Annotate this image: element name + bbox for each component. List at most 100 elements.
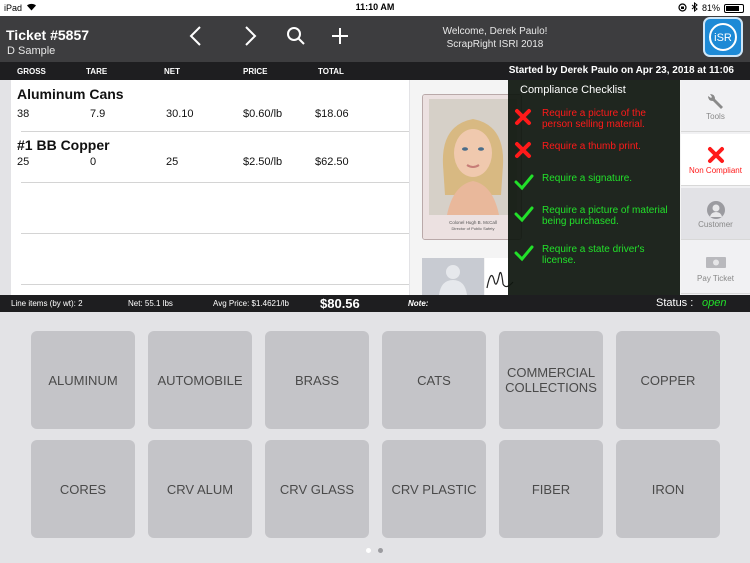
status-time: 11:10 AM (355, 2, 395, 12)
column-header-bar: GROSS TARE NET PRICE TOTAL Started by De… (0, 62, 750, 80)
back-arrow-icon (188, 25, 202, 52)
col-gross: GROSS (17, 67, 46, 76)
item-total: $18.06 (315, 108, 349, 120)
ticket-subtitle: D Sample (7, 45, 56, 57)
compliance-title: Compliance Checklist (520, 84, 626, 96)
col-total: TOTAL (318, 67, 344, 76)
category-iron[interactable]: IRON (616, 440, 720, 538)
drivers-license-photo[interactable]: Colonel Hugh B. McCall Director of Publi… (422, 94, 522, 240)
line-items-list: Aluminum Cans 38 7.9 30.10 $0.60/lb $18.… (11, 80, 409, 295)
row-divider (21, 131, 409, 132)
status-label: Status : (656, 297, 694, 309)
category-copper[interactable]: COPPER (616, 331, 720, 429)
category-crv-glass[interactable]: CRV GLASS (265, 440, 369, 538)
compliance-checklist-popover: Compliance Checklist Require a picture o… (508, 80, 680, 295)
license-caption-name: Colonel Hugh B. McCall (449, 220, 497, 225)
row-divider (21, 233, 409, 234)
check-icon (514, 173, 534, 193)
side-action-panel: Tools Non Compliant Customer Pay Ticket (681, 80, 750, 295)
app-header: Ticket #5857 D Sample Welcome, Derek Pau… (0, 16, 750, 62)
person-placeholder-icon (439, 265, 467, 295)
x-icon (514, 141, 534, 161)
item-tare: 7.9 (90, 108, 106, 120)
category-automobile[interactable]: AUTOMOBILE (148, 331, 252, 429)
item-price: $0.60/lb (243, 108, 283, 120)
customer-button[interactable]: Customer (681, 188, 750, 240)
item-gross: 38 (17, 108, 30, 120)
forward-arrow-icon (244, 25, 258, 52)
check-icon (514, 205, 534, 225)
compliance-text: Require a thumb print. (542, 141, 641, 152)
category-commercial-collections[interactable]: COMMERCIAL COLLECTIONS (499, 331, 603, 429)
category-aluminum[interactable]: ALUMINUM (31, 331, 135, 429)
item-net: 25 (166, 156, 179, 168)
compliance-text: Require a picture of the person selling … (542, 108, 646, 130)
add-button[interactable] (326, 24, 354, 52)
forward-button[interactable] (237, 24, 265, 52)
item-name: #1 BB Copper (17, 137, 110, 153)
category-grid: ALUMINUM AUTOMOBILE BRASS CATS COMMERCIA… (0, 312, 750, 563)
col-net: NET (164, 67, 180, 76)
line-items-count: Line items (by wt): 2 (11, 299, 83, 308)
page-indicator-dot-active[interactable] (366, 548, 371, 553)
col-price: PRICE (243, 67, 268, 76)
orientation-lock-icon (678, 2, 687, 14)
search-button[interactable] (282, 24, 310, 52)
line-item[interactable]: Aluminum Cans 38 7.9 30.10 $0.60/lb $18.… (11, 84, 409, 134)
isr-logo[interactable]: iSR (703, 17, 743, 57)
avg-price: Avg Price: $1.4621/lb (213, 299, 289, 308)
org-text: ScrapRight ISRI 2018 (446, 39, 544, 50)
tools-button[interactable]: Tools (681, 80, 750, 132)
customer-label: Customer (698, 220, 733, 229)
category-crv-plastic[interactable]: CRV PLASTIC (382, 440, 486, 538)
status-bar: iPad 11:10 AM 81% (0, 0, 750, 16)
page-indicator-dot[interactable] (378, 548, 383, 553)
ticket-summary-bar: Line items (by wt): 2 Net: 55.1 lbs Avg … (0, 295, 750, 312)
tools-label: Tools (706, 112, 725, 121)
x-icon (681, 146, 750, 168)
cash-icon (681, 254, 750, 276)
non-compliant-button[interactable]: Non Compliant (681, 134, 750, 186)
row-divider (21, 284, 409, 285)
category-cats[interactable]: CATS (382, 331, 486, 429)
welcome-text: Welcome, Derek Paulo! (442, 26, 548, 37)
pay-ticket-button[interactable]: Pay Ticket (681, 242, 750, 294)
welcome-block: Welcome, Derek Paulo! ScrapRight ISRI 20… (405, 25, 585, 51)
item-price: $2.50/lb (243, 156, 283, 168)
row-divider (21, 182, 409, 183)
item-total: $62.50 (315, 156, 349, 168)
compliance-text: Require a state driver's license. (542, 244, 645, 266)
bluetooth-icon (691, 1, 698, 14)
category-fiber[interactable]: FIBER (499, 440, 603, 538)
check-icon (514, 244, 534, 264)
category-cores[interactable]: CORES (31, 440, 135, 538)
note-label[interactable]: Note: (408, 299, 428, 308)
compliance-text: Require a picture of material being purc… (542, 205, 668, 227)
search-icon (286, 26, 306, 51)
item-net: 30.10 (166, 108, 194, 120)
item-gross: 25 (17, 156, 30, 168)
category-crv-alum[interactable]: CRV ALUM (148, 440, 252, 538)
compliance-text: Require a signature. (542, 173, 633, 184)
add-icon (330, 26, 350, 51)
x-icon (514, 108, 534, 128)
non-compliant-label: Non Compliant (689, 166, 742, 175)
person-icon (681, 200, 750, 222)
license-caption-title: Director of Public Safety (452, 226, 495, 231)
status-value: open (702, 297, 727, 309)
item-name: Aluminum Cans (17, 86, 124, 102)
line-item[interactable]: #1 BB Copper 25 0 25 $2.50/lb $62.50 (11, 135, 409, 185)
battery-icon (724, 3, 744, 13)
person-photo-thumbnail[interactable] (422, 258, 484, 295)
wrench-icon (681, 92, 750, 114)
net-weight: Net: 55.1 lbs (128, 299, 173, 308)
ticket-total: $80.56 (320, 296, 360, 311)
started-by-text: Started by Derek Paulo on Apr 23, 2018 a… (508, 65, 734, 76)
isr-logo-icon: iSR (709, 23, 737, 51)
ticket-title: Ticket #5857 (6, 27, 90, 43)
logo-text: iSR (714, 32, 732, 44)
pay-ticket-label: Pay Ticket (697, 274, 734, 283)
item-tare: 0 (90, 156, 97, 168)
category-brass[interactable]: BRASS (265, 331, 369, 429)
back-button[interactable] (181, 24, 209, 52)
